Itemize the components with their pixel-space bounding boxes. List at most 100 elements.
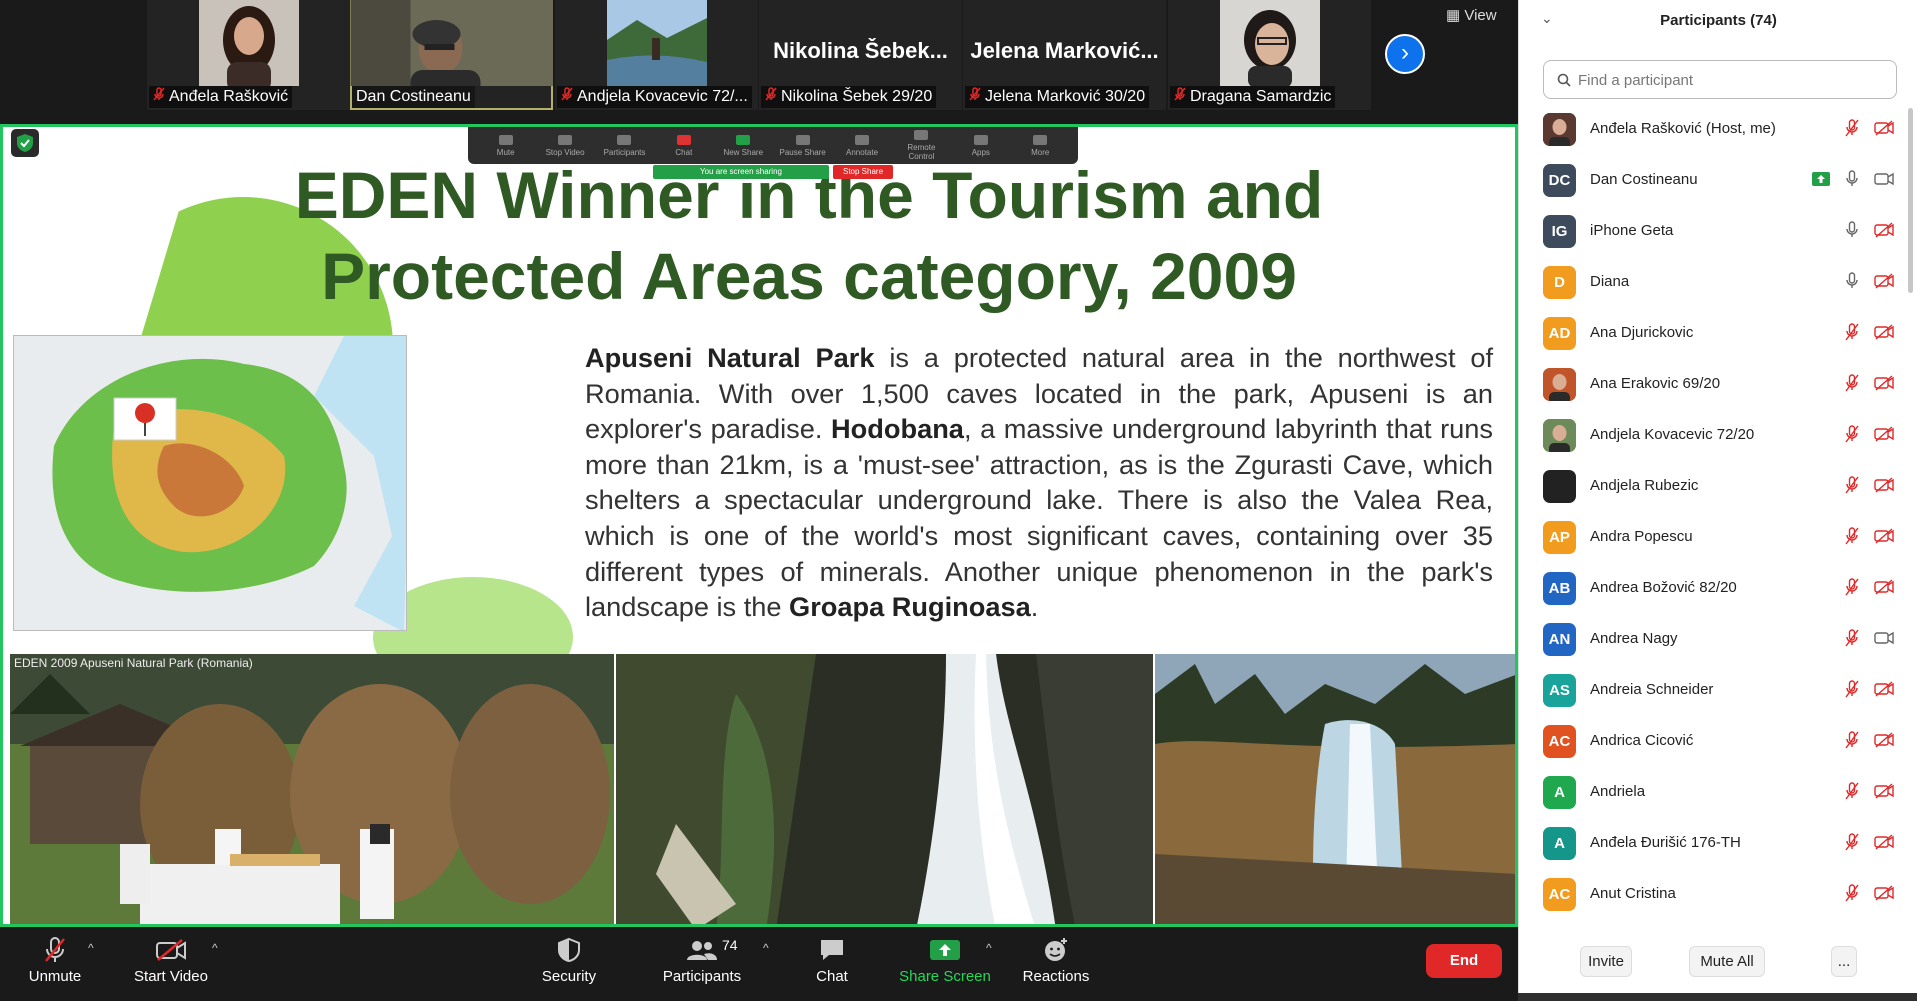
next-page-button[interactable]: › [1385, 34, 1425, 74]
panel-title: Participants (74) [1660, 12, 1777, 29]
mini-more-button[interactable]: More [1015, 134, 1065, 157]
participants-options-caret[interactable]: ^ [763, 941, 769, 955]
video-off-icon [1874, 375, 1894, 396]
sharing-banner: You are screen sharing Stop Share [653, 165, 893, 179]
mini-new-share-button[interactable]: New Share [718, 134, 768, 157]
end-meeting-button[interactable]: End [1426, 944, 1502, 978]
mini-chat-button[interactable]: Chat [659, 134, 709, 157]
participant-list: Anđela Rašković (Host, me) DC Dan Costinea… [1519, 104, 1917, 912]
participant-row[interactable]: Andjela Kovacevic 72/20 [1519, 410, 1917, 461]
video-tile-andjela-kovacevic[interactable]: Andjela Kovacevic 72/... [555, 0, 758, 110]
participant-name: Andjela Kovacevic 72/20 [1590, 426, 1755, 443]
participant-row[interactable]: AN Andrea Nagy [1519, 614, 1917, 665]
participants-count: 74 [722, 937, 738, 953]
mic-icon [1844, 170, 1860, 193]
mini-stop-video-button[interactable]: Stop Video [540, 134, 590, 157]
participant-row[interactable]: AB Andrea Božović 82/20 [1519, 563, 1917, 614]
video-off-icon [1874, 834, 1894, 855]
participant-avatar: A [1543, 776, 1576, 809]
mini-annotate-button[interactable]: Annotate [837, 134, 887, 157]
participant-row[interactable]: AD Ana Djurickovic [1519, 308, 1917, 359]
participant-row[interactable]: Andjela Rubezic [1519, 461, 1917, 512]
video-off-icon [1874, 885, 1894, 906]
participant-status-icons [1844, 272, 1894, 295]
participant-row[interactable]: AC Anut Cristina [1519, 869, 1917, 912]
invite-button[interactable]: Invite [1580, 946, 1632, 977]
participant-status-icons [1844, 629, 1894, 652]
participant-avatar: AD [1543, 317, 1576, 350]
participant-photo [350, 0, 553, 86]
participant-row[interactable]: AS Andreia Schneider [1519, 665, 1917, 716]
tile-caption: Anđela Rašković [149, 86, 293, 108]
participant-avatar [1543, 113, 1576, 146]
mic-muted-icon [1844, 476, 1860, 499]
participant-name: Andrea Nagy [1590, 630, 1678, 647]
mic-muted-icon [1844, 884, 1860, 907]
participant-row[interactable]: AP Andra Popescu [1519, 512, 1917, 563]
participant-search[interactable] [1543, 60, 1897, 99]
participant-status-icons [1844, 476, 1894, 499]
participant-name: Andrea Božović 82/20 [1590, 579, 1737, 596]
participant-name: iPhone Geta [1590, 222, 1674, 239]
encryption-shield-icon[interactable] [11, 129, 39, 157]
haystack-village-photo: EDEN 2009 Apuseni Natural Park (Romania) [10, 654, 614, 924]
participant-row[interactable]: D Diana [1519, 257, 1917, 308]
mini-mute-button[interactable]: Mute [481, 134, 531, 157]
mic-muted-icon [1844, 425, 1860, 448]
participant-status-icons [1812, 170, 1894, 193]
video-off-icon [1874, 120, 1894, 141]
slide-body-text: Apuseni Natural Park is a protected natu… [585, 342, 1494, 623]
mic-muted-icon [1844, 527, 1860, 550]
participant-list-scrollbar[interactable] [1908, 108, 1913, 293]
mute-all-button[interactable]: Mute All [1689, 946, 1765, 977]
slide-photo-strip: EDEN 2009 Apuseni Natural Park (Romania) [10, 654, 1515, 924]
start-video-button[interactable]: Start Video [125, 935, 217, 985]
video-tile-andjela-raskovic[interactable]: Anđela Rašković [147, 0, 350, 110]
video-tile-nikolina-sebek[interactable]: Nikolina Šebek... Nikolina Šebek 29/20 [759, 0, 962, 110]
meeting-toolbar: Unmute ^ Start Video ^ Security Particip… [0, 927, 1518, 1001]
participant-row[interactable]: Ana Erakovic 69/20 [1519, 359, 1917, 410]
more-options-button[interactable]: ... [1831, 946, 1857, 977]
share-mini-toolbar: Mute Stop Video Participants Chat New Sh… [468, 127, 1078, 164]
participant-status-icons [1844, 221, 1894, 244]
mini-participants-button[interactable]: Participants [599, 134, 649, 157]
participant-row[interactable]: AC Andrica Cicović [1519, 716, 1917, 767]
mic-muted-icon [1844, 731, 1860, 754]
share-options-caret[interactable]: ^ [986, 941, 992, 955]
participant-name: Dan Costineanu [1590, 171, 1698, 188]
video-options-caret[interactable]: ^ [212, 941, 218, 955]
search-input[interactable] [1578, 69, 1878, 91]
participant-row[interactable]: Anđela Rašković (Host, me) [1519, 104, 1917, 155]
participant-row[interactable]: DC Dan Costineanu [1519, 155, 1917, 206]
participant-status-icons [1844, 425, 1894, 448]
participant-avatar: D [1543, 266, 1576, 299]
chat-button[interactable]: Chat [812, 935, 852, 985]
security-button[interactable]: Security [534, 935, 604, 985]
video-off-icon [1874, 426, 1894, 447]
participant-name: Andra Popescu [1590, 528, 1693, 545]
participant-row[interactable]: IG iPhone Geta [1519, 206, 1917, 257]
video-tile-jelena-markovic[interactable]: Jelena Marković... Jelena Marković 30/20 [963, 0, 1166, 110]
participant-name: Diana [1590, 273, 1630, 290]
stop-share-button[interactable]: Stop Share [833, 165, 893, 179]
participant-status-icons [1844, 731, 1894, 754]
participant-avatar: AP [1543, 521, 1576, 554]
video-off-icon [1874, 579, 1894, 600]
audio-options-caret[interactable]: ^ [88, 941, 94, 955]
mini-remote-control-button[interactable]: Remote Control [896, 130, 946, 161]
participant-avatar [1543, 470, 1576, 503]
mini-pause-share-button[interactable]: Pause Share [778, 134, 828, 157]
video-tile-dan-costineanu[interactable]: Dan Costineanu [350, 0, 553, 110]
mini-apps-button[interactable]: Apps [956, 134, 1006, 157]
reactions-button[interactable]: Reactions [1020, 935, 1092, 985]
video-tile-dragana-samardzic[interactable]: Dragana Samardzic [1168, 0, 1371, 110]
participant-photo [1219, 0, 1320, 86]
unmute-button[interactable]: Unmute [17, 935, 93, 985]
view-button[interactable]: ▦ View [1446, 6, 1497, 24]
participant-row[interactable]: A Anđela Đurišić 176-TH [1519, 818, 1917, 869]
slide-title: EDEN Winner in the Tourism and Protected… [294, 158, 1324, 313]
participant-row[interactable]: A Andriela [1519, 767, 1917, 818]
share-screen-button[interactable]: Share Screen [894, 935, 996, 985]
video-off-icon [1874, 528, 1894, 549]
mic-muted-icon [765, 86, 777, 108]
